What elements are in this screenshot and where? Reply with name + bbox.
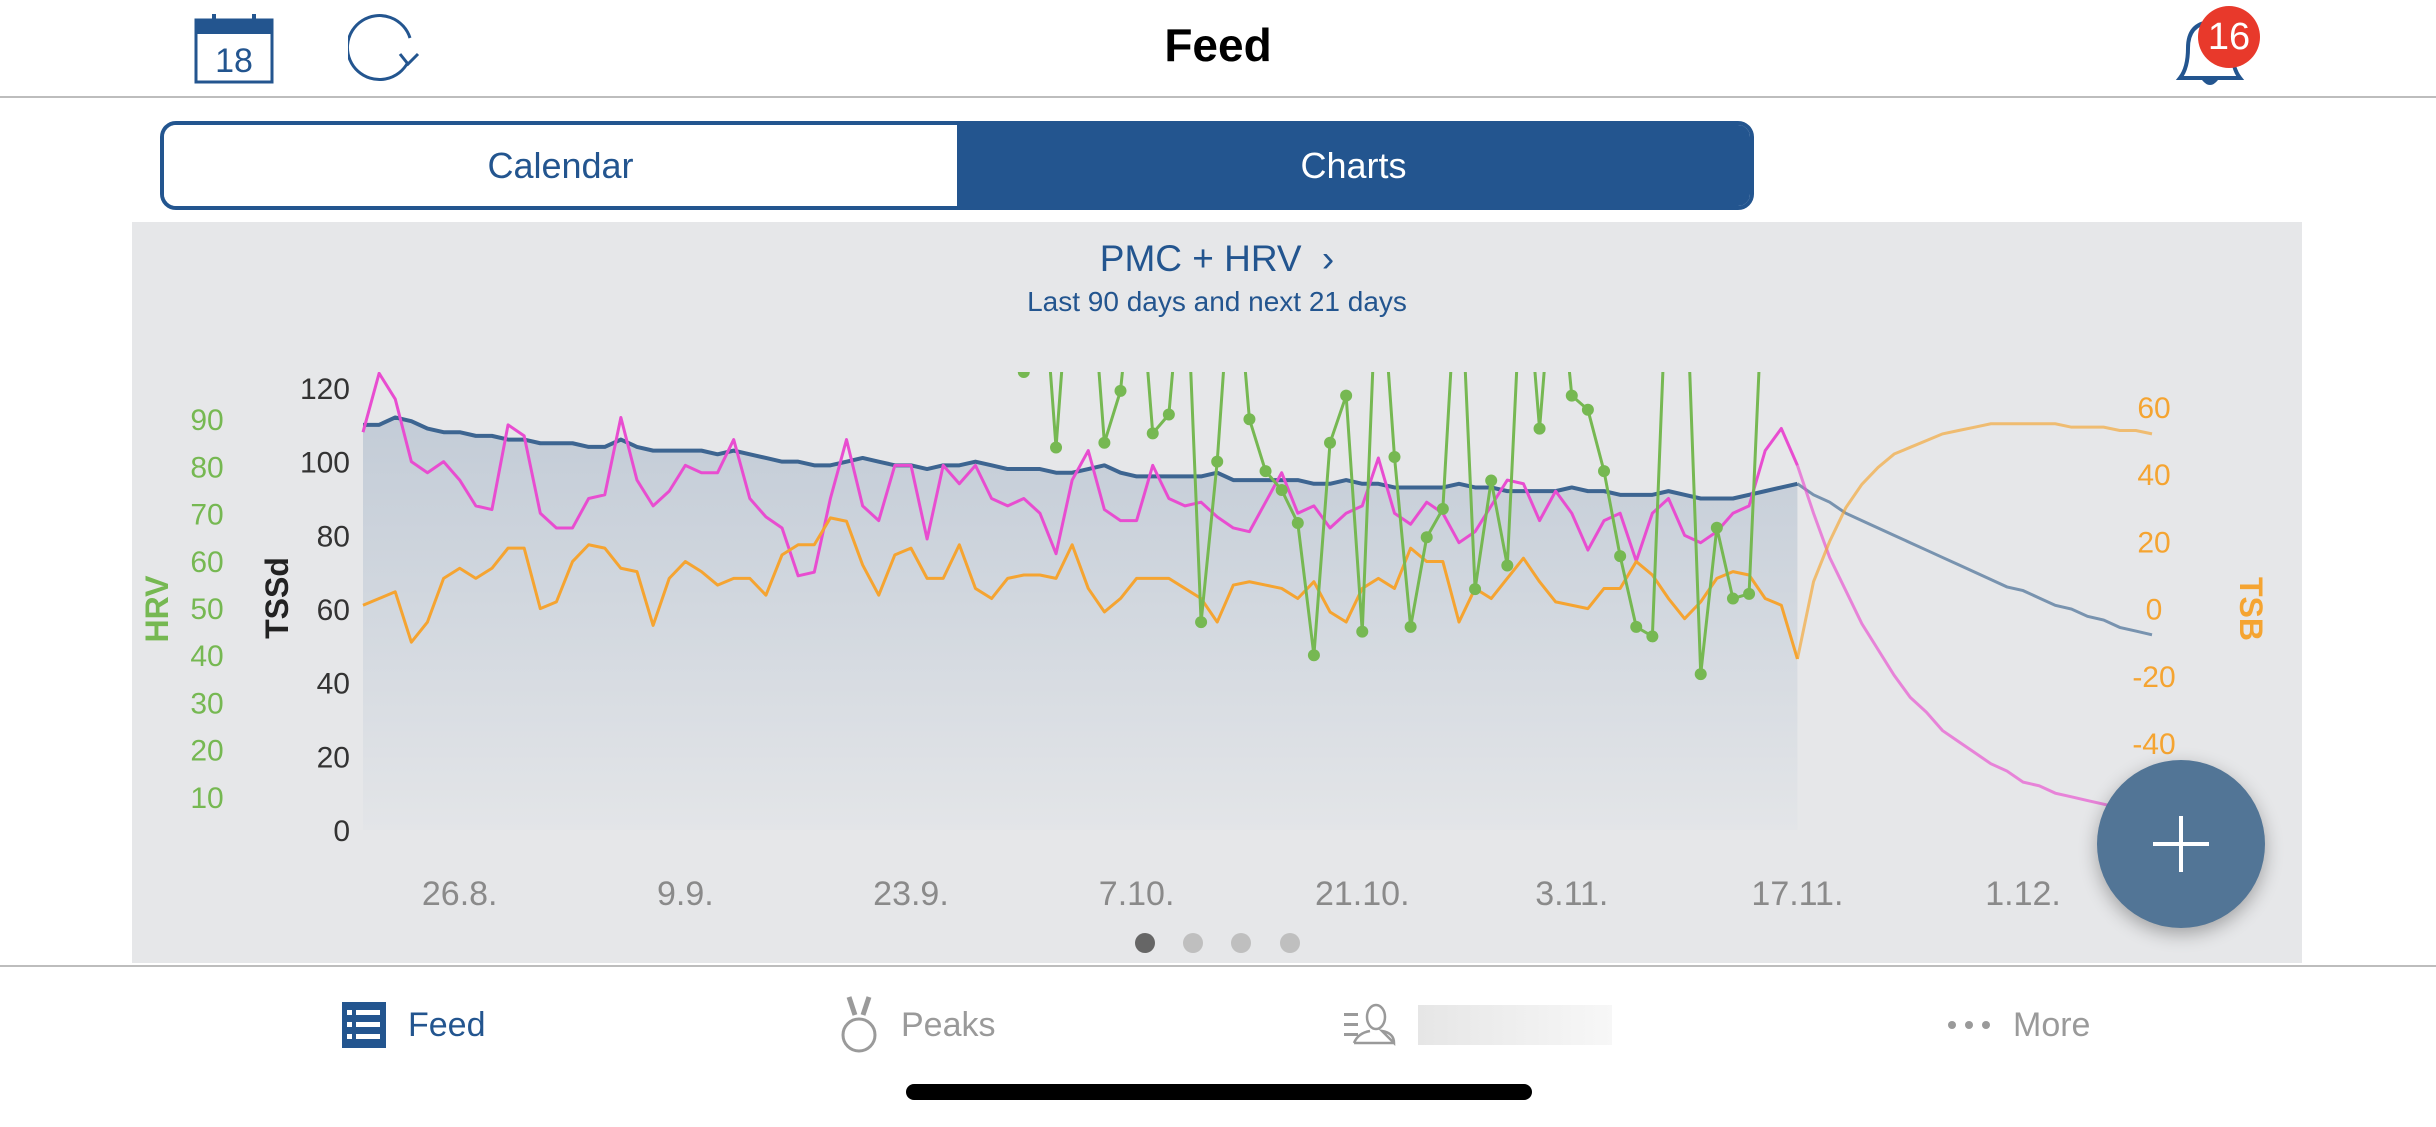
hrv-tick-label: 10 — [190, 782, 223, 815]
tsb-tick-label: 0 — [2146, 594, 2163, 627]
hrv-tick-label: 60 — [190, 546, 223, 579]
tab-athlete-name-redacted — [1418, 1005, 1612, 1045]
tsb-tick-label: -40 — [2132, 728, 2175, 761]
pmc-hrv-chart: 0 20 40 60 80 100 120 10 20 30 40 50 60 70 80 90 -40 -20 0… — [139, 372, 2269, 913]
tab-more[interactable]: More — [1947, 997, 2090, 1053]
x-tick-label: 17.11. — [1751, 875, 1843, 913]
page-dot-3[interactable] — [1231, 933, 1251, 953]
tab-peaks-label: Peaks — [901, 1005, 996, 1044]
tsb-tick-label: 40 — [2137, 459, 2170, 492]
ctl-forecast-line — [1796, 482, 2153, 637]
hrv-point — [1243, 413, 1256, 426]
hrv-point — [1388, 450, 1401, 463]
tsb-forecast-line — [1795, 422, 2153, 660]
x-tick-label: 9.9. — [657, 875, 714, 913]
hrv-point — [1324, 436, 1337, 449]
hrv-point — [1098, 436, 1111, 449]
hrv-point — [1581, 403, 1594, 416]
list-icon — [342, 1002, 386, 1048]
bottom-tab-bar: Feed Peaks More — [0, 965, 2436, 1127]
hrv-point — [1162, 408, 1175, 421]
x-tick-label: 26.8. — [422, 875, 498, 913]
tab-athletes[interactable] — [1344, 997, 1612, 1053]
home-indicator — [906, 1084, 1532, 1100]
tsb-tick-label: 20 — [2137, 526, 2170, 559]
tssd-axis-title: TSSd — [259, 557, 295, 639]
hrv-tick-label: 90 — [190, 404, 223, 437]
hrv-tick-label: 80 — [190, 451, 223, 484]
hrv-tick-label: 50 — [190, 593, 223, 626]
hrv-tick-label: 70 — [190, 499, 223, 532]
tsb-axis-title: TSB — [2233, 577, 2269, 641]
hrv-point — [1146, 427, 1159, 440]
plus-icon — [2153, 816, 2209, 872]
hrv-point — [1598, 465, 1611, 478]
tssd-tick-label: 40 — [317, 668, 350, 701]
x-tick-label: 1.12. — [1985, 875, 2061, 913]
hrv-point — [1614, 550, 1627, 563]
tab-feed-label: Feed — [408, 1005, 486, 1044]
tsb-tick-label: -20 — [2132, 661, 2175, 694]
hrv-tick-label: 40 — [190, 640, 223, 673]
hrv-point — [1710, 521, 1723, 534]
tab-peaks[interactable]: Peaks — [839, 996, 996, 1053]
hrv-point — [1646, 630, 1659, 643]
x-tick-label: 23.9. — [873, 875, 949, 913]
hrv-point — [1195, 616, 1208, 629]
page-dot-1[interactable] — [1135, 933, 1155, 953]
more-dots-icon — [1948, 1021, 1990, 1029]
ctl-area-fill — [363, 417, 1798, 830]
athlete-list-icon — [1344, 1003, 1396, 1047]
hrv-point — [1485, 474, 1498, 487]
tssd-tick-label: 20 — [317, 741, 350, 774]
medal-icon — [841, 996, 877, 1053]
hrv-point — [1501, 559, 1514, 572]
tab-feed[interactable]: Feed — [342, 997, 486, 1053]
hrv-point — [1291, 517, 1304, 530]
hrv-point — [1743, 587, 1756, 600]
hrv-axis-title: HRV — [139, 575, 175, 643]
hrv-point — [1307, 649, 1320, 662]
hrv-point — [1565, 389, 1578, 402]
tab-more-label: More — [2013, 1005, 2091, 1044]
hrv-point — [1211, 455, 1224, 468]
x-tick-label: 3.11. — [1535, 875, 1608, 913]
tssd-tick-label: 100 — [300, 447, 350, 480]
hrv-point — [1050, 441, 1063, 454]
hrv-point — [1420, 531, 1433, 544]
hrv-point — [1356, 625, 1369, 638]
tsb-tick-label: 60 — [2137, 392, 2170, 425]
hrv-point — [1630, 620, 1643, 633]
hrv-point — [1017, 372, 1030, 378]
hrv-point — [1694, 668, 1707, 681]
tssd-tick-label: 0 — [333, 815, 350, 848]
atl-forecast-line — [1795, 464, 2153, 817]
hrv-point — [1436, 502, 1449, 515]
hrv-tick-label: 20 — [190, 735, 223, 768]
hrv-point — [1340, 389, 1353, 402]
page-dot-4[interactable] — [1280, 933, 1300, 953]
hrv-point — [1726, 592, 1739, 605]
hrv-tick-label: 30 — [190, 687, 223, 720]
hrv-point — [1114, 384, 1127, 397]
hrv-point — [1533, 422, 1546, 435]
tssd-tick-label: 60 — [317, 594, 350, 627]
tssd-tick-label: 80 — [317, 520, 350, 553]
add-button[interactable] — [2097, 760, 2265, 928]
tssd-tick-label: 120 — [300, 373, 350, 406]
hrv-point — [1259, 465, 1272, 478]
hrv-point — [1469, 583, 1482, 596]
x-tick-label: 7.10. — [1099, 875, 1175, 913]
hrv-point — [1275, 484, 1288, 496]
page-dot-2[interactable] — [1183, 933, 1203, 953]
hrv-point — [1404, 620, 1417, 633]
x-tick-label: 21.10. — [1315, 875, 1410, 913]
